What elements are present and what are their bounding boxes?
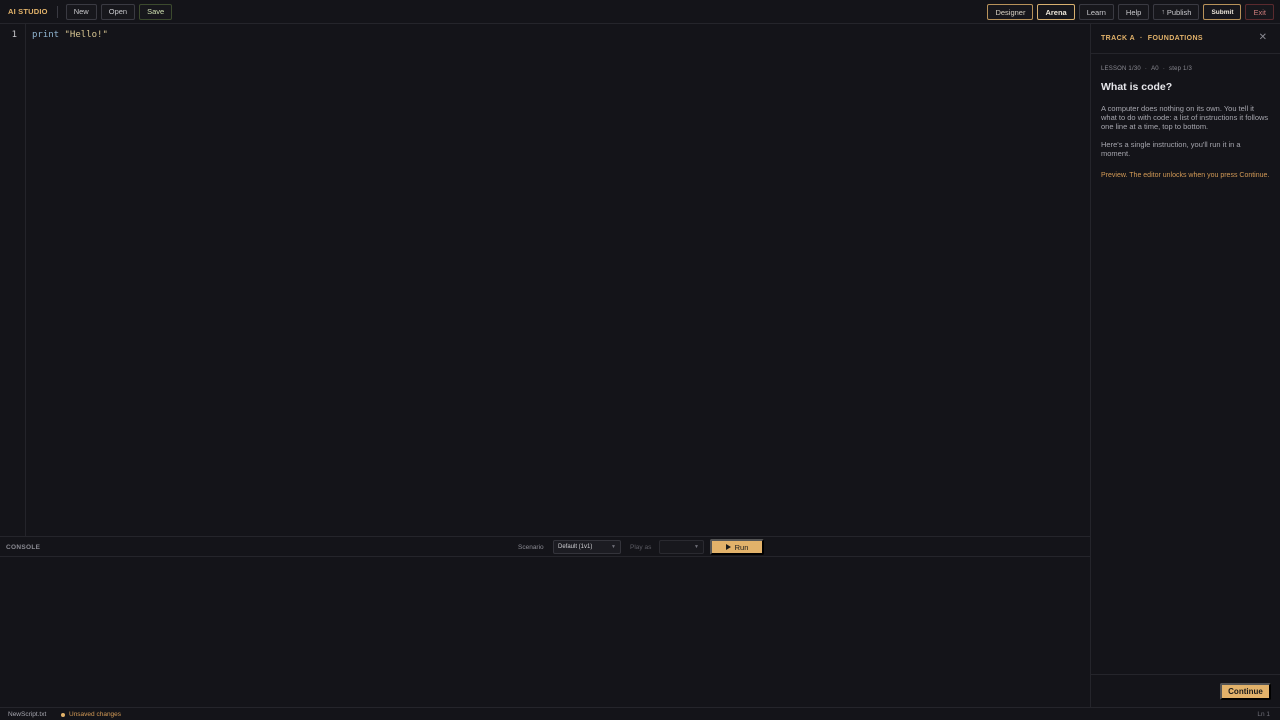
close-icon[interactable]: ✕ — [1259, 32, 1267, 43]
code-keyword: print — [32, 30, 60, 40]
help-button[interactable]: Help — [1117, 4, 1150, 20]
console-title: CONSOLE — [6, 544, 41, 551]
line-number: 1 — [11, 30, 17, 40]
toolbar-divider — [56, 5, 58, 18]
dot-separator: · — [1144, 66, 1148, 72]
lesson-paragraph: A computer does nothing on its own. You … — [1101, 104, 1269, 131]
code-line[interactable]: print "Hello!" — [32, 30, 108, 40]
track-label: TRACK A — [1101, 35, 1136, 42]
chevron-down-icon: ▼ — [611, 544, 616, 550]
arrow-up-icon: ↑ — [1161, 8, 1165, 16]
toolbar-left: AI STUDIO New Open Save — [0, 3, 173, 20]
play-icon — [725, 544, 731, 550]
open-button[interactable]: Open — [100, 3, 136, 20]
lesson-level: A0 — [1151, 66, 1159, 72]
lesson-panel: TRACK A · FOUNDATIONS ✕ LESSON 1/30 · A0 · ste… — [1090, 24, 1280, 707]
lesson-paragraph: Here's a single instruction, you'll run … — [1101, 140, 1241, 158]
continue-button[interactable]: Continue — [1220, 683, 1271, 700]
lesson-step: step 1/3 — [1169, 66, 1192, 72]
new-button[interactable]: New — [65, 3, 97, 20]
lesson-number: LESSON 1/30 — [1101, 66, 1141, 72]
exit-button[interactable]: Exit — [1245, 4, 1274, 20]
code-editor[interactable]: 1 print "Hello!" — [0, 24, 1090, 536]
app-logo: AI STUDIO — [8, 7, 48, 16]
dot-separator: · — [1162, 66, 1166, 72]
learn-button[interactable]: Learn — [1078, 4, 1114, 20]
track-name: FOUNDATIONS — [1147, 35, 1203, 42]
arena-button[interactable]: Arena — [1037, 4, 1075, 20]
track-heading: TRACK A · FOUNDATIONS — [1101, 35, 1203, 42]
status-unsaved: Unsaved changes — [69, 711, 122, 718]
scenario-select[interactable]: Default (1v1) ▼ — [553, 540, 621, 554]
scenario-value: Default (1v1) — [558, 544, 593, 550]
console-toolbar: CONSOLE Scenario Default (1v1) ▼ Play as… — [0, 536, 1090, 557]
scenario-label: Scenario — [518, 544, 544, 551]
lesson-panel-footer: Continue — [1091, 674, 1280, 707]
status-bar: NewScript.txt Unsaved changes Ln 1 — [0, 707, 1280, 720]
chevron-down-icon: ▼ — [694, 544, 699, 550]
lesson-meta: LESSON 1/30 · A0 · step 1/3 — [1101, 66, 1192, 72]
play-as-select[interactable]: ▼ — [659, 540, 704, 554]
status-cursor-position: Ln 1 — [1257, 711, 1270, 718]
lesson-panel-header: TRACK A · FOUNDATIONS ✕ — [1091, 24, 1280, 54]
status-filename: NewScript.txt — [8, 711, 47, 718]
dot-separator: · — [1140, 35, 1143, 42]
play-as-label: Play as — [630, 544, 652, 551]
run-button[interactable]: Run — [710, 539, 764, 555]
unsaved-dot-icon — [61, 713, 65, 717]
console-output — [0, 557, 1090, 707]
save-button[interactable]: Save — [139, 3, 173, 20]
line-gutter: 1 — [0, 24, 26, 536]
preview-note: Preview. The editor unlocks when you pre… — [1101, 172, 1270, 179]
lesson-title: What is code? — [1101, 81, 1173, 93]
designer-button[interactable]: Designer — [987, 4, 1034, 20]
top-toolbar: AI STUDIO New Open Save Designer Arena L… — [0, 0, 1280, 24]
submit-button[interactable]: Submit — [1203, 4, 1242, 20]
code-string: "Hello!" — [64, 30, 108, 40]
toolbar-right: Designer Arena Learn Help ↑ Publish Subm… — [987, 4, 1274, 20]
publish-label: Publish — [1166, 7, 1192, 17]
publish-button[interactable]: ↑ Publish — [1153, 4, 1200, 20]
run-label: Run — [734, 542, 749, 552]
